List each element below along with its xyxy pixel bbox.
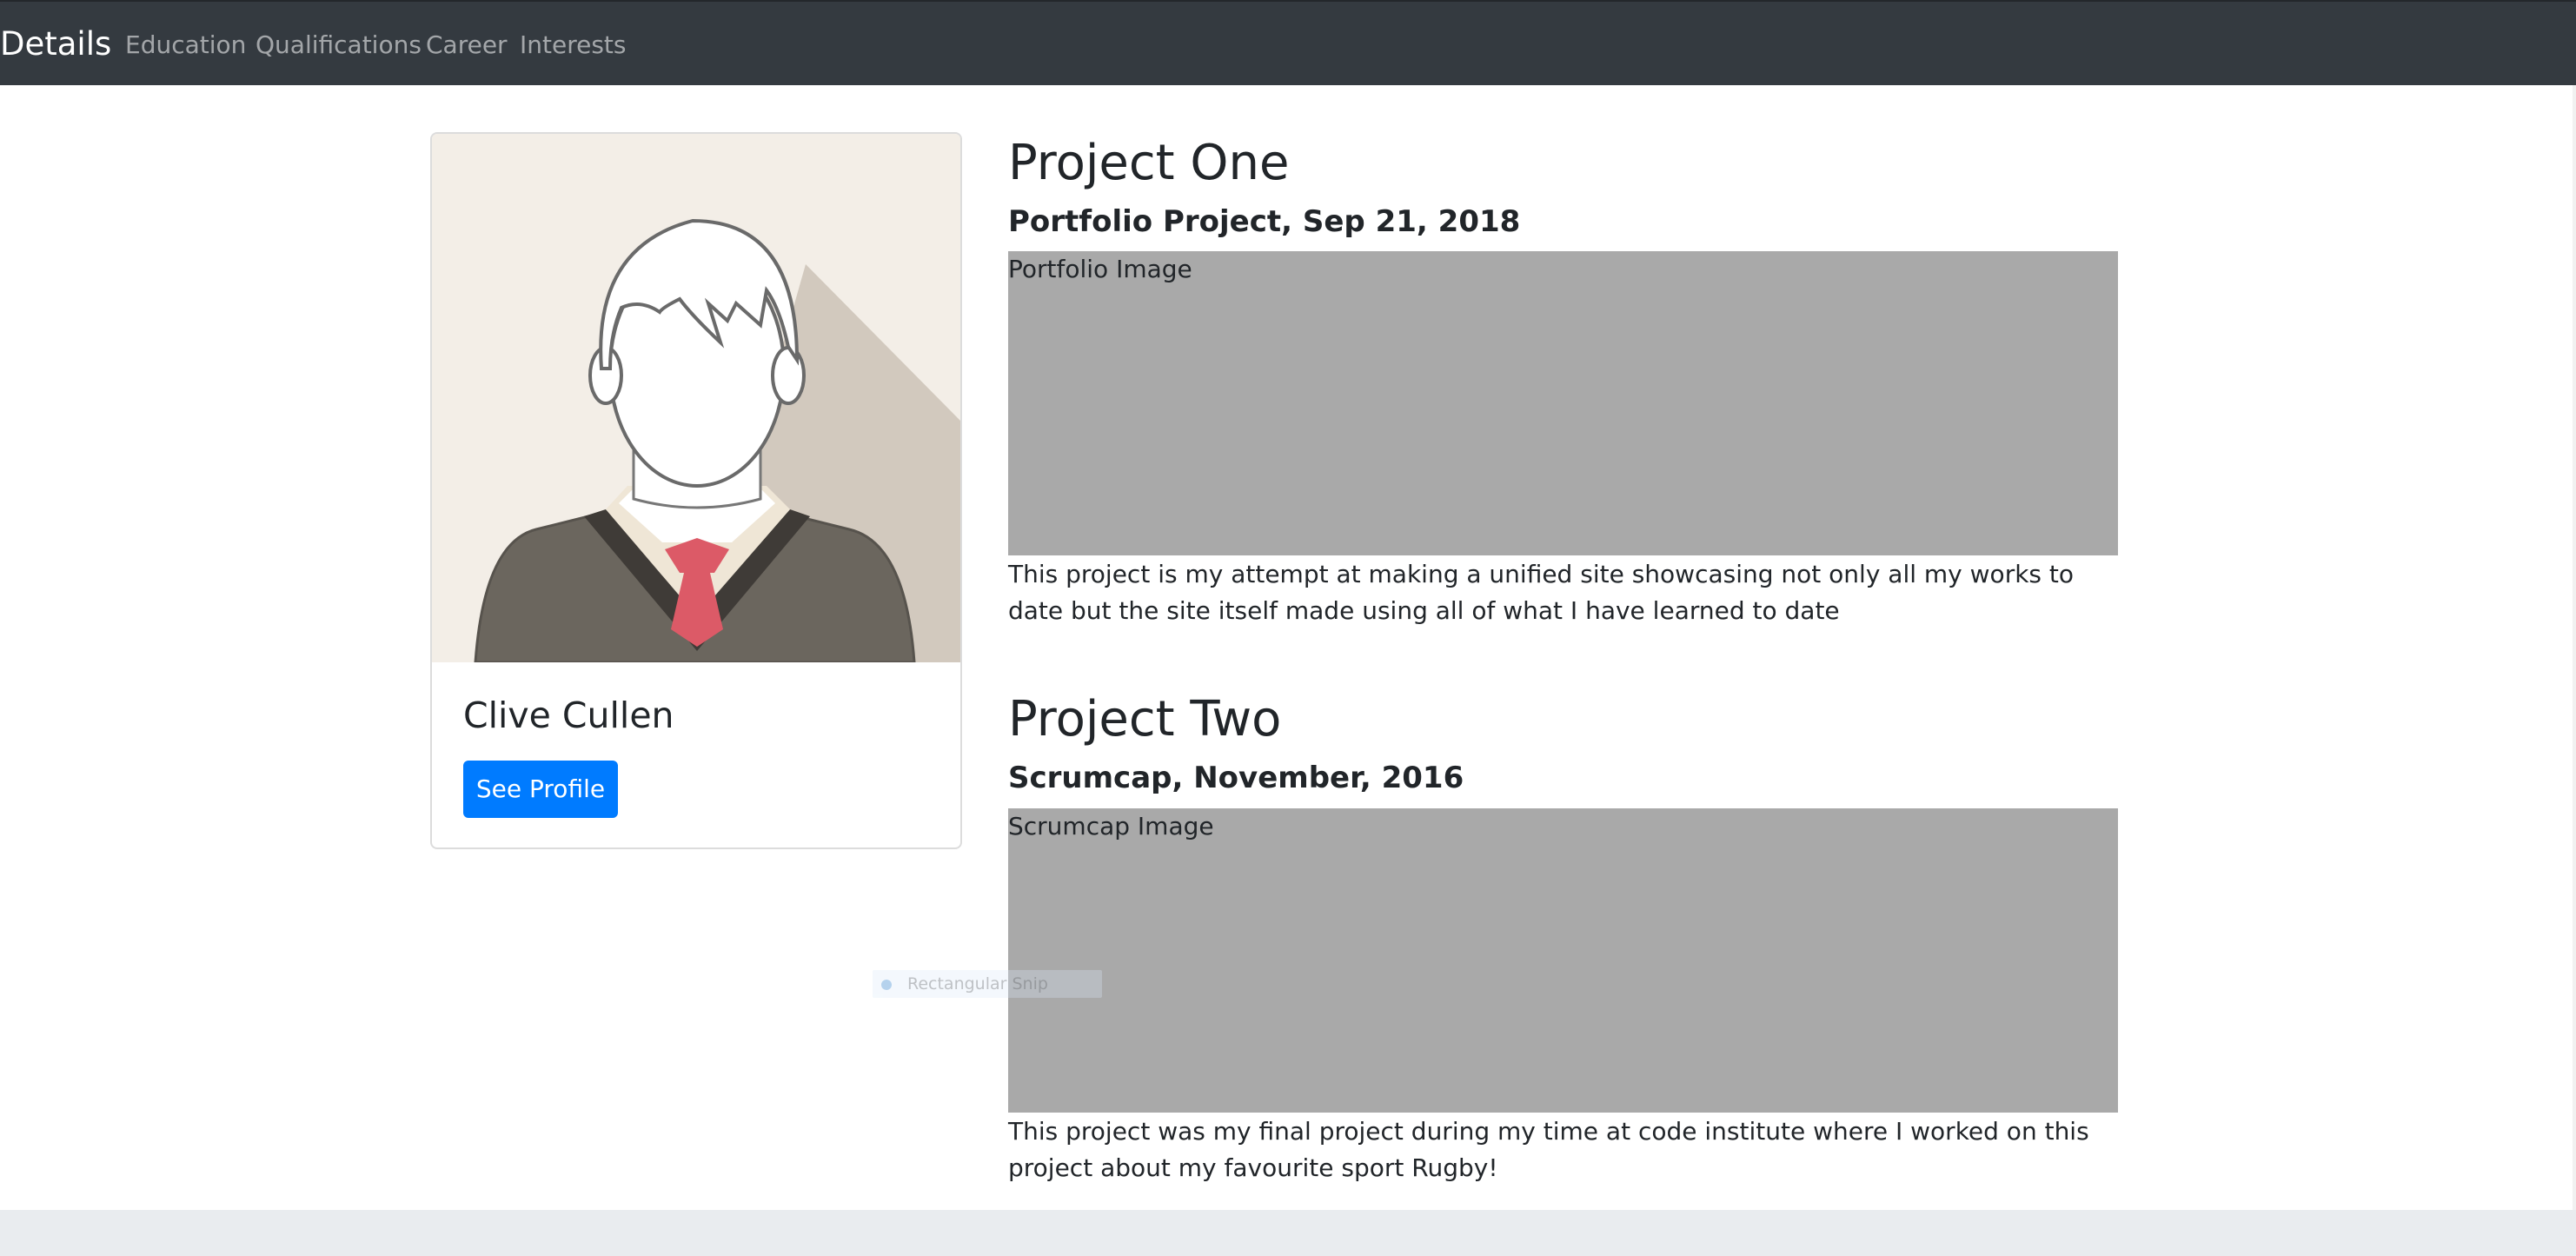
page-footer [0,1210,2576,1256]
project-two-subtitle: Scrumcap, November, 2016 [1008,761,1464,795]
project-one-image-alt: Portfolio Image [1008,255,1192,283]
snip-label: Rectangular Snip [907,974,1048,994]
profile-name: Clive Cullen [463,694,674,736]
person-avatar-icon [432,134,960,662]
project-one-image: Portfolio Image [1008,251,2118,555]
project-two-image-alt: Scrumcap Image [1008,812,1214,841]
project-one-description: This project is my attempt at making a u… [1008,560,2075,625]
nav-item-education[interactable]: Education [125,30,246,60]
nav-item-interests[interactable]: Interests [520,30,627,60]
navbar-brand[interactable]: Details [0,24,111,64]
see-profile-button[interactable]: See Profile [463,761,618,818]
nav-item-qualifications[interactable]: Qualifications [256,30,422,60]
snip-icon [881,980,892,990]
snip-tool-tooltip: Rectangular Snip [873,970,1102,998]
profile-card: Clive Cullen See Profile [430,132,962,849]
page-scrollbar[interactable] [2573,85,2576,1210]
project-two-image: Scrumcap Image [1008,808,2118,1113]
top-navbar: Details Education Qualifications Career … [0,0,2576,85]
project-two-description: This project was my final project during… [1008,1117,2089,1182]
project-one-title: Project One [1008,135,1290,191]
nav-item-career[interactable]: Career [426,30,508,60]
project-two-title: Project Two [1008,691,1282,748]
project-one-subtitle: Portfolio Project, Sep 21, 2018 [1008,204,1521,239]
